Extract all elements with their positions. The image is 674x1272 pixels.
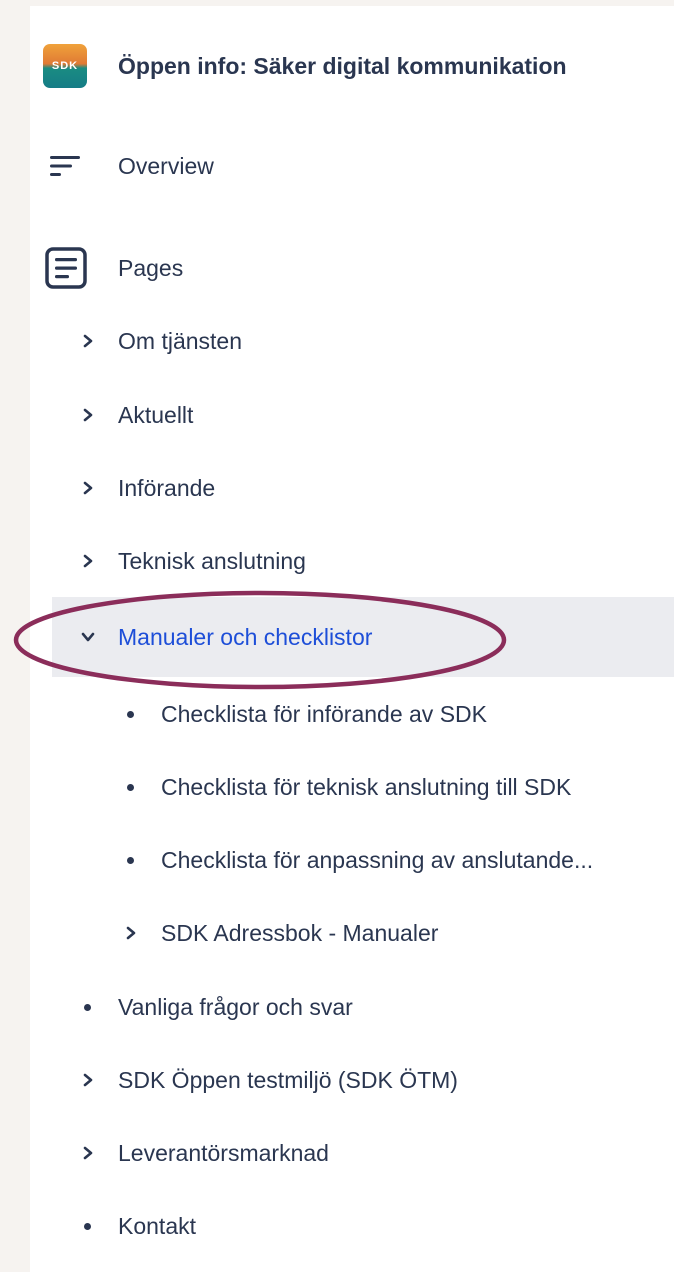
overview-lines-icon <box>50 156 80 176</box>
chevron-right-icon[interactable] <box>80 1072 96 1088</box>
bullet-dot-icon <box>127 783 134 791</box>
tree-subitem-label: SDK Adressbok - Manualer <box>161 919 439 946</box>
bullet-dot-icon <box>127 710 134 718</box>
chevron-right-icon[interactable] <box>80 407 96 423</box>
tree-item-label: Teknisk anslutning <box>118 547 306 574</box>
chevron-right-icon[interactable] <box>80 480 96 496</box>
tree-item-inforande[interactable]: Införande <box>30 468 674 508</box>
pages-document-icon <box>45 247 87 289</box>
tree-item-label: Om tjänsten <box>118 327 242 354</box>
chevron-right-icon[interactable] <box>80 1145 96 1161</box>
chevron-right-icon[interactable] <box>80 553 96 569</box>
space-sidebar: SDK Öppen info: Säker digital kommunikat… <box>13 6 674 1272</box>
nav-overview[interactable]: Overview <box>30 146 674 186</box>
chevron-right-icon[interactable] <box>123 925 139 941</box>
tree-item-label: Vanliga frågor och svar <box>118 993 353 1020</box>
tree-subitem-label: Checklista för införande av SDK <box>161 700 487 727</box>
space-logo-icon: SDK <box>43 44 87 88</box>
tree-subitem-label: Checklista för teknisk anslutning till S… <box>161 773 572 800</box>
annotation-ellipse <box>13 590 507 690</box>
nav-overview-label: Overview <box>118 152 214 179</box>
tree-item-teknisk-anslutning[interactable]: Teknisk anslutning <box>30 541 674 581</box>
nav-pages-label: Pages <box>118 254 184 281</box>
tree-item-kontakt[interactable]: Kontakt <box>30 1206 674 1246</box>
tree-item-oppen-testmiljo[interactable]: SDK Öppen testmiljö (SDK ÖTM) <box>30 1060 674 1100</box>
tree-item-leverantorsmarknad[interactable]: Leverantörsmarknad <box>30 1133 674 1173</box>
chevron-right-icon[interactable] <box>80 333 96 349</box>
tree-item-label: SDK Öppen testmiljö (SDK ÖTM) <box>118 1066 458 1093</box>
tree-item-label: Aktuellt <box>118 401 194 428</box>
tree-subitem-checklista-teknisk[interactable]: Checklista för teknisk anslutning till S… <box>30 767 674 807</box>
space-header[interactable]: SDK Öppen info: Säker digital kommunikat… <box>30 44 674 88</box>
tree-subitem-checklista-inforande[interactable]: Checklista för införande av SDK <box>30 694 674 734</box>
nav-pages[interactable]: Pages <box>30 247 674 289</box>
tree-subitem-adressbok[interactable]: SDK Adressbok - Manualer <box>30 913 674 953</box>
tree-item-label: Kontakt <box>118 1212 196 1239</box>
tree-item-om-tjansten[interactable]: Om tjänsten <box>30 321 674 361</box>
space-logo-text: SDK <box>51 60 79 72</box>
tree-subitem-label: Checklista för anpassning av anslutande.… <box>161 846 594 873</box>
tree-item-vanliga-fragor[interactable]: Vanliga frågor och svar <box>30 987 674 1027</box>
tree-item-label: Införande <box>118 474 216 501</box>
bullet-dot-icon <box>127 856 134 864</box>
tree-item-aktuellt[interactable]: Aktuellt <box>30 395 674 435</box>
space-title[interactable]: Öppen info: Säker digital kommunikation <box>118 53 567 80</box>
bullet-dot-icon <box>84 1003 91 1011</box>
bullet-dot-icon <box>84 1222 91 1230</box>
tree-item-label: Leverantörsmarknad <box>118 1139 329 1166</box>
tree-subitem-checklista-anpassning[interactable]: Checklista för anpassning av anslutande.… <box>30 840 674 880</box>
